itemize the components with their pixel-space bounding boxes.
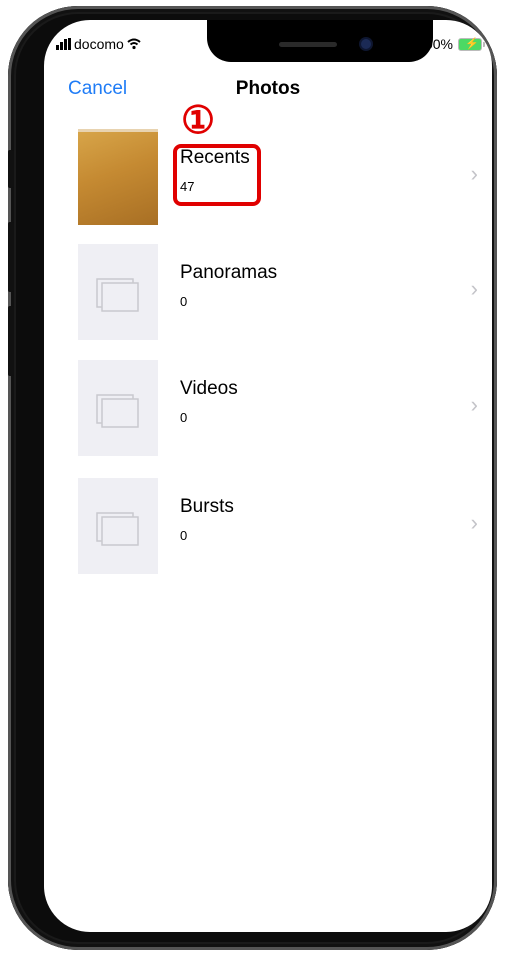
battery-icon: ⚡	[458, 37, 485, 51]
notch	[207, 20, 433, 62]
album-title: Videos	[180, 378, 238, 399]
mute-switch	[8, 150, 14, 188]
speaker-grille	[279, 42, 337, 47]
volume-up-button	[8, 222, 14, 292]
chevron-right-icon: ›	[470, 392, 478, 417]
album-thumbnail	[78, 129, 158, 225]
carrier-label: docomo	[74, 36, 124, 52]
album-title: Panoramas	[180, 262, 278, 283]
album-row-recents[interactable]: Recents 47 ›	[44, 129, 492, 225]
chevron-right-icon: ›	[470, 276, 478, 301]
volume-down-button	[8, 306, 14, 376]
front-camera	[361, 39, 371, 49]
chevron-right-icon: ›	[470, 161, 478, 186]
album-row-videos[interactable]: Videos 0 ›	[44, 360, 492, 456]
album-count: 0	[180, 410, 188, 425]
album-count: 0	[180, 528, 188, 543]
status-bar-left: docomo	[56, 36, 141, 52]
annotation-step-number: ①	[181, 97, 216, 142]
album-row-bursts[interactable]: Bursts 0 ›	[44, 478, 492, 574]
cancel-button[interactable]: Cancel	[68, 78, 127, 100]
empty-album-icon	[96, 512, 139, 546]
album-count: 0	[180, 294, 188, 309]
album-title: Bursts	[180, 496, 234, 517]
album-thumbnail	[78, 360, 158, 456]
empty-album-icon	[96, 278, 139, 312]
album-row-panoramas[interactable]: Panoramas 0 ›	[44, 244, 492, 340]
charging-bolt-icon: ⚡	[465, 37, 479, 50]
album-thumbnail	[78, 478, 158, 574]
empty-album-icon	[96, 394, 139, 428]
signal-icon	[56, 38, 71, 50]
wifi-icon	[127, 38, 141, 50]
status-bar-right: 100% ⚡	[417, 36, 485, 52]
battery-percentage: 100%	[417, 36, 453, 52]
chevron-right-icon: ›	[470, 510, 478, 535]
annotation-highlight-box	[173, 144, 261, 206]
screen: docomo 100% ⚡ Photos Cancel Recents 47 ›…	[44, 20, 492, 932]
album-thumbnail	[78, 244, 158, 340]
